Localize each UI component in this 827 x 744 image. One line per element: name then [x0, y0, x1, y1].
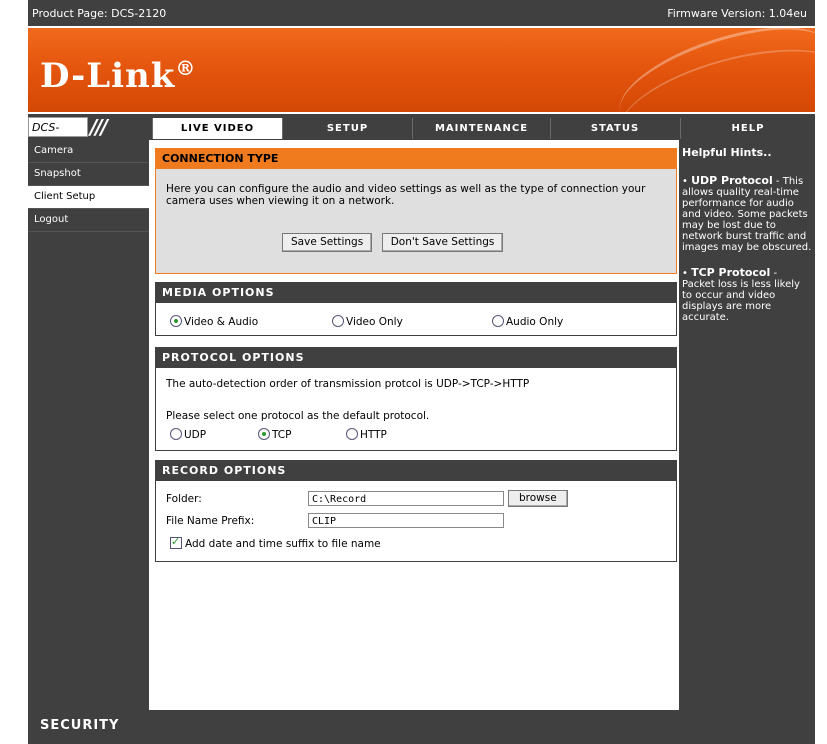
settings-buttons: Save Settings Don't Save Settings	[282, 233, 509, 252]
sidebar-item-camera[interactable]: Camera	[28, 140, 149, 163]
help-udp-text: This allows quality real-time performanc…	[682, 176, 812, 253]
protocol-option-http[interactable]: HTTP	[346, 428, 387, 441]
sidebar-item-logout[interactable]: Logout	[28, 209, 149, 232]
sidebar-item-snapshot[interactable]: Snapshot	[28, 163, 149, 186]
help-udp-title: UDP Protocol	[691, 174, 773, 187]
security-label: SECURITY	[40, 718, 120, 733]
protocol-options-panel: PROTOCOL OPTIONS The auto-detection orde…	[155, 347, 677, 451]
tab-setup[interactable]: SETUP	[282, 118, 412, 139]
tab-live-video[interactable]: LIVE VIDEO	[152, 118, 282, 139]
model-label: DCS-2120	[28, 117, 88, 154]
protocol-select-text: Please select one protocol as the defaul…	[166, 410, 430, 422]
media-option-video-only[interactable]: Video Only	[332, 315, 403, 328]
file-name-prefix-input[interactable]: CLIP	[308, 513, 504, 528]
help-title: Helpful Hints..	[682, 146, 772, 159]
top-bar: Product Page: DCS-2120 Firmware Version:…	[28, 0, 815, 26]
record-options-panel: RECORD OPTIONS Folder: C:\Record browse …	[155, 460, 677, 562]
help-tcp-hint: • TCP Protocol - Packet loss is less lik…	[682, 266, 800, 323]
radio-video-only[interactable]	[332, 315, 344, 327]
radio-tcp[interactable]	[258, 428, 270, 440]
tab-help[interactable]: HELP	[680, 118, 815, 139]
help-panel: Helpful Hints.. • UDP Protocol - This al…	[679, 140, 815, 710]
footer-bar: SECURITY	[28, 710, 815, 744]
nav-bar: DCS-2120 /// LIVE VIDEO SETUP MAINTENANC…	[28, 115, 815, 154]
main-content: CONNECTION TYPE Here you can configure t…	[149, 140, 679, 710]
connection-type-title: CONNECTION TYPE	[156, 149, 676, 169]
dont-save-settings-button[interactable]: Don't Save Settings	[381, 233, 504, 252]
protocol-option-tcp[interactable]: TCP	[258, 428, 291, 441]
firmware-version-label: Firmware Version: 1.04eu	[667, 7, 807, 20]
help-tcp-text: Packet loss is less likely to occur and …	[682, 279, 800, 323]
file-name-prefix-label: File Name Prefix:	[166, 515, 255, 527]
slashes-decoration: ///	[90, 115, 108, 139]
radio-video-audio[interactable]	[170, 315, 182, 327]
product-page-label: Product Page: DCS-2120	[32, 7, 167, 20]
protocol-order-text: The auto-detection order of transmission…	[166, 378, 530, 390]
tab-maintenance[interactable]: MAINTENANCE	[412, 118, 550, 139]
browse-button[interactable]: browse	[508, 490, 568, 507]
radio-audio-only[interactable]	[492, 315, 504, 327]
record-options-title: RECORD OPTIONS	[156, 461, 676, 481]
media-options-panel: MEDIA OPTIONS Video & Audio Video Only A…	[155, 282, 677, 336]
protocol-options-title: PROTOCOL OPTIONS	[156, 348, 676, 368]
dlink-logo: D-Link®	[40, 56, 197, 96]
help-udp-hint: • UDP Protocol - This allows quality rea…	[682, 174, 812, 253]
sidebar-item-client-setup[interactable]: Client Setup	[28, 186, 149, 209]
brand-banner: D-Link®	[28, 26, 815, 114]
date-time-suffix-checkbox[interactable]	[170, 535, 182, 549]
folder-label: Folder:	[166, 493, 202, 505]
sidebar: Camera Snapshot Client Setup Logout	[28, 140, 149, 710]
page-frame: Product Page: DCS-2120 Firmware Version:…	[28, 0, 815, 744]
tab-status[interactable]: STATUS	[550, 118, 679, 139]
save-settings-button[interactable]: Save Settings	[282, 233, 373, 252]
radio-udp[interactable]	[170, 428, 182, 440]
connection-description: Here you can configure the audio and vid…	[166, 183, 646, 207]
folder-input[interactable]: C:\Record	[308, 491, 504, 506]
date-time-suffix-option[interactable]: Add date and time suffix to file name	[170, 535, 381, 550]
connection-type-panel: CONNECTION TYPE Here you can configure t…	[155, 148, 677, 274]
protocol-option-udp[interactable]: UDP	[170, 428, 206, 441]
help-tcp-title: TCP Protocol	[691, 266, 771, 279]
media-options-title: MEDIA OPTIONS	[156, 283, 676, 303]
media-option-audio-only[interactable]: Audio Only	[492, 315, 563, 328]
media-option-video-audio[interactable]: Video & Audio	[170, 315, 258, 328]
radio-http[interactable]	[346, 428, 358, 440]
